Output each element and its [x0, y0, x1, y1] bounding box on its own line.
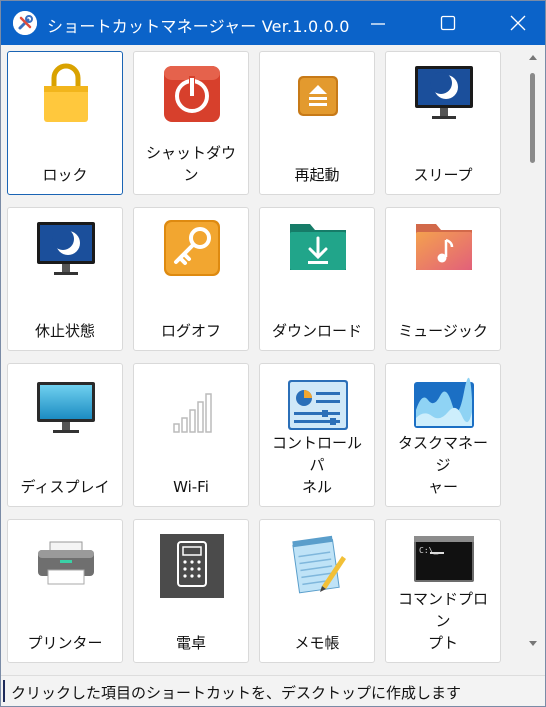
tile-display[interactable]: ディスプレイ	[7, 363, 123, 507]
tile-label: シャットダウン	[145, 144, 236, 184]
tile-sleep[interactable]: スリープ	[385, 51, 501, 195]
scroll-thumb[interactable]	[530, 73, 535, 163]
tile-command-prompt[interactable]: C:\_ コマンドプロン プト	[385, 519, 501, 663]
key-icon	[134, 214, 250, 286]
minimize-button[interactable]	[347, 1, 409, 45]
tile-logoff[interactable]: ログオフ	[133, 207, 249, 351]
tile-control-panel[interactable]: コントロールパ ネル	[259, 363, 375, 507]
downloads-folder-icon	[260, 214, 376, 286]
tile-label: 休止状態	[34, 322, 95, 340]
lock-icon	[8, 58, 124, 130]
tile-task-manager[interactable]: タスクマネージ ャー	[385, 363, 501, 507]
wifi-signal-icon	[134, 370, 250, 442]
tile-label: 再起動	[294, 166, 340, 184]
tile-label: ロック	[42, 166, 88, 184]
tile-label: 電卓	[175, 634, 206, 652]
tile-label: ディスプレイ	[20, 478, 110, 496]
window-title: ショートカットマネージャー Ver.1.0.0.0	[47, 17, 350, 36]
calculator-icon	[134, 526, 250, 598]
maximize-button[interactable]	[417, 1, 479, 45]
tile-label: タスクマネージ ャー	[397, 434, 488, 496]
sleep-monitor-icon	[386, 58, 502, 130]
tile-label: Wi-Fi	[173, 478, 209, 496]
tile-label: ログオフ	[160, 322, 221, 340]
close-icon	[510, 15, 526, 31]
printer-icon	[8, 526, 124, 598]
hibernate-monitor-icon	[8, 214, 124, 286]
tile-printer[interactable]: プリンター	[7, 519, 123, 663]
tile-label: ミュージック	[398, 322, 488, 340]
tile-label: コントロールパ ネル	[271, 434, 362, 496]
status-indicator	[3, 680, 5, 702]
tools-icon	[13, 11, 37, 35]
notepad-icon	[260, 526, 376, 598]
tile-label: ダウンロード	[271, 322, 362, 340]
minimize-icon	[371, 23, 385, 25]
tile-label: コマンドプロン プト	[397, 590, 488, 652]
tile-label: メモ帳	[294, 634, 340, 652]
power-icon	[134, 58, 250, 130]
status-bar: クリックした項目のショートカットを、デスクトップに作成します	[1, 675, 545, 706]
tile-restart[interactable]: 再起動	[259, 51, 375, 195]
restart-icon	[260, 58, 376, 130]
tile-shutdown[interactable]: シャットダウン	[133, 51, 249, 195]
close-button[interactable]	[487, 1, 545, 45]
app-window: ショートカットマネージャー Ver.1.0.0.0 ロック シャットダウン 再起…	[0, 0, 546, 707]
tile-downloads[interactable]: ダウンロード	[259, 207, 375, 351]
tile-music[interactable]: ミュージック	[385, 207, 501, 351]
tile-lock[interactable]: ロック	[7, 51, 123, 195]
tile-hibernate[interactable]: 休止状態	[7, 207, 123, 351]
display-icon	[8, 370, 124, 442]
shortcut-grid: ロック シャットダウン 再起動 スリープ 休止状態 ログオフ ダウンロード ミュ…	[1, 45, 545, 675]
tile-calculator[interactable]: 電卓	[133, 519, 249, 663]
tile-label: スリープ	[413, 166, 473, 184]
status-text: クリックした項目のショートカットを、デスクトップに作成します	[11, 684, 462, 702]
scroll-down-arrow-icon[interactable]	[529, 641, 537, 646]
tile-wifi[interactable]: Wi-Fi	[133, 363, 249, 507]
tile-notepad[interactable]: メモ帳	[259, 519, 375, 663]
scroll-up-arrow-icon[interactable]	[529, 55, 537, 60]
maximize-icon	[440, 15, 456, 31]
title-bar[interactable]: ショートカットマネージャー Ver.1.0.0.0	[1, 1, 545, 45]
tile-label: プリンター	[27, 634, 103, 652]
music-folder-icon	[386, 214, 502, 286]
vertical-scrollbar[interactable]	[527, 53, 539, 653]
